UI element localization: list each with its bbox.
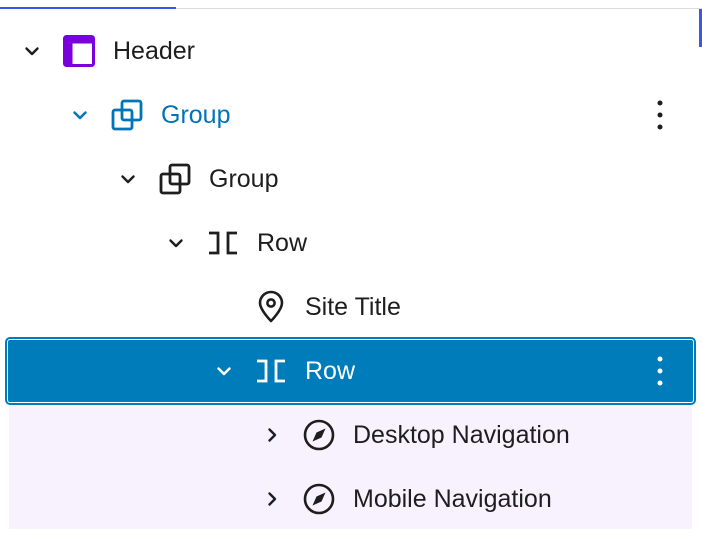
group-icon xyxy=(111,99,143,131)
list-item-label: Row xyxy=(305,357,356,385)
navigation-icon xyxy=(303,483,335,515)
list-item-label: Header xyxy=(113,37,195,65)
template-part-icon xyxy=(63,35,95,67)
list-item-group[interactable]: Group xyxy=(0,83,702,147)
list-item-label: Row xyxy=(257,229,308,257)
chevron-right-icon[interactable] xyxy=(260,423,284,447)
list-item-label: Group xyxy=(161,101,231,129)
row-icon xyxy=(257,359,285,383)
chevron-right-icon[interactable] xyxy=(260,487,284,511)
list-view-panel: Header Group Group Row Site Title Row De… xyxy=(0,0,702,546)
map-marker-icon xyxy=(258,290,284,323)
navigation-icon xyxy=(303,419,335,451)
chevron-down-icon[interactable] xyxy=(20,39,44,63)
row-icon xyxy=(209,231,237,255)
group-icon xyxy=(159,163,191,195)
list-item-mobile-navigation[interactable]: Mobile Navigation xyxy=(0,467,702,531)
chevron-down-icon[interactable] xyxy=(164,231,188,255)
list-item-label: Group xyxy=(209,165,279,193)
list-item-label: Mobile Navigation xyxy=(353,485,552,513)
chevron-down-icon[interactable] xyxy=(68,103,92,127)
more-options-icon[interactable] xyxy=(646,97,674,133)
list-item-site-title[interactable]: Site Title xyxy=(0,275,702,339)
list-item-row[interactable]: Row xyxy=(0,211,702,275)
list-item-group[interactable]: Group xyxy=(0,147,702,211)
more-options-icon[interactable] xyxy=(646,353,674,389)
list-item-label: Desktop Navigation xyxy=(353,421,570,449)
list-item-desktop-navigation[interactable]: Desktop Navigation xyxy=(0,403,702,467)
active-tab-indicator xyxy=(0,7,176,9)
list-item-row-selected[interactable]: Row xyxy=(0,339,702,403)
chevron-down-icon[interactable] xyxy=(116,167,140,191)
chevron-down-icon[interactable] xyxy=(212,359,236,383)
list-item-label: Site Title xyxy=(305,293,401,321)
list-item-header[interactable]: Header xyxy=(0,19,702,83)
